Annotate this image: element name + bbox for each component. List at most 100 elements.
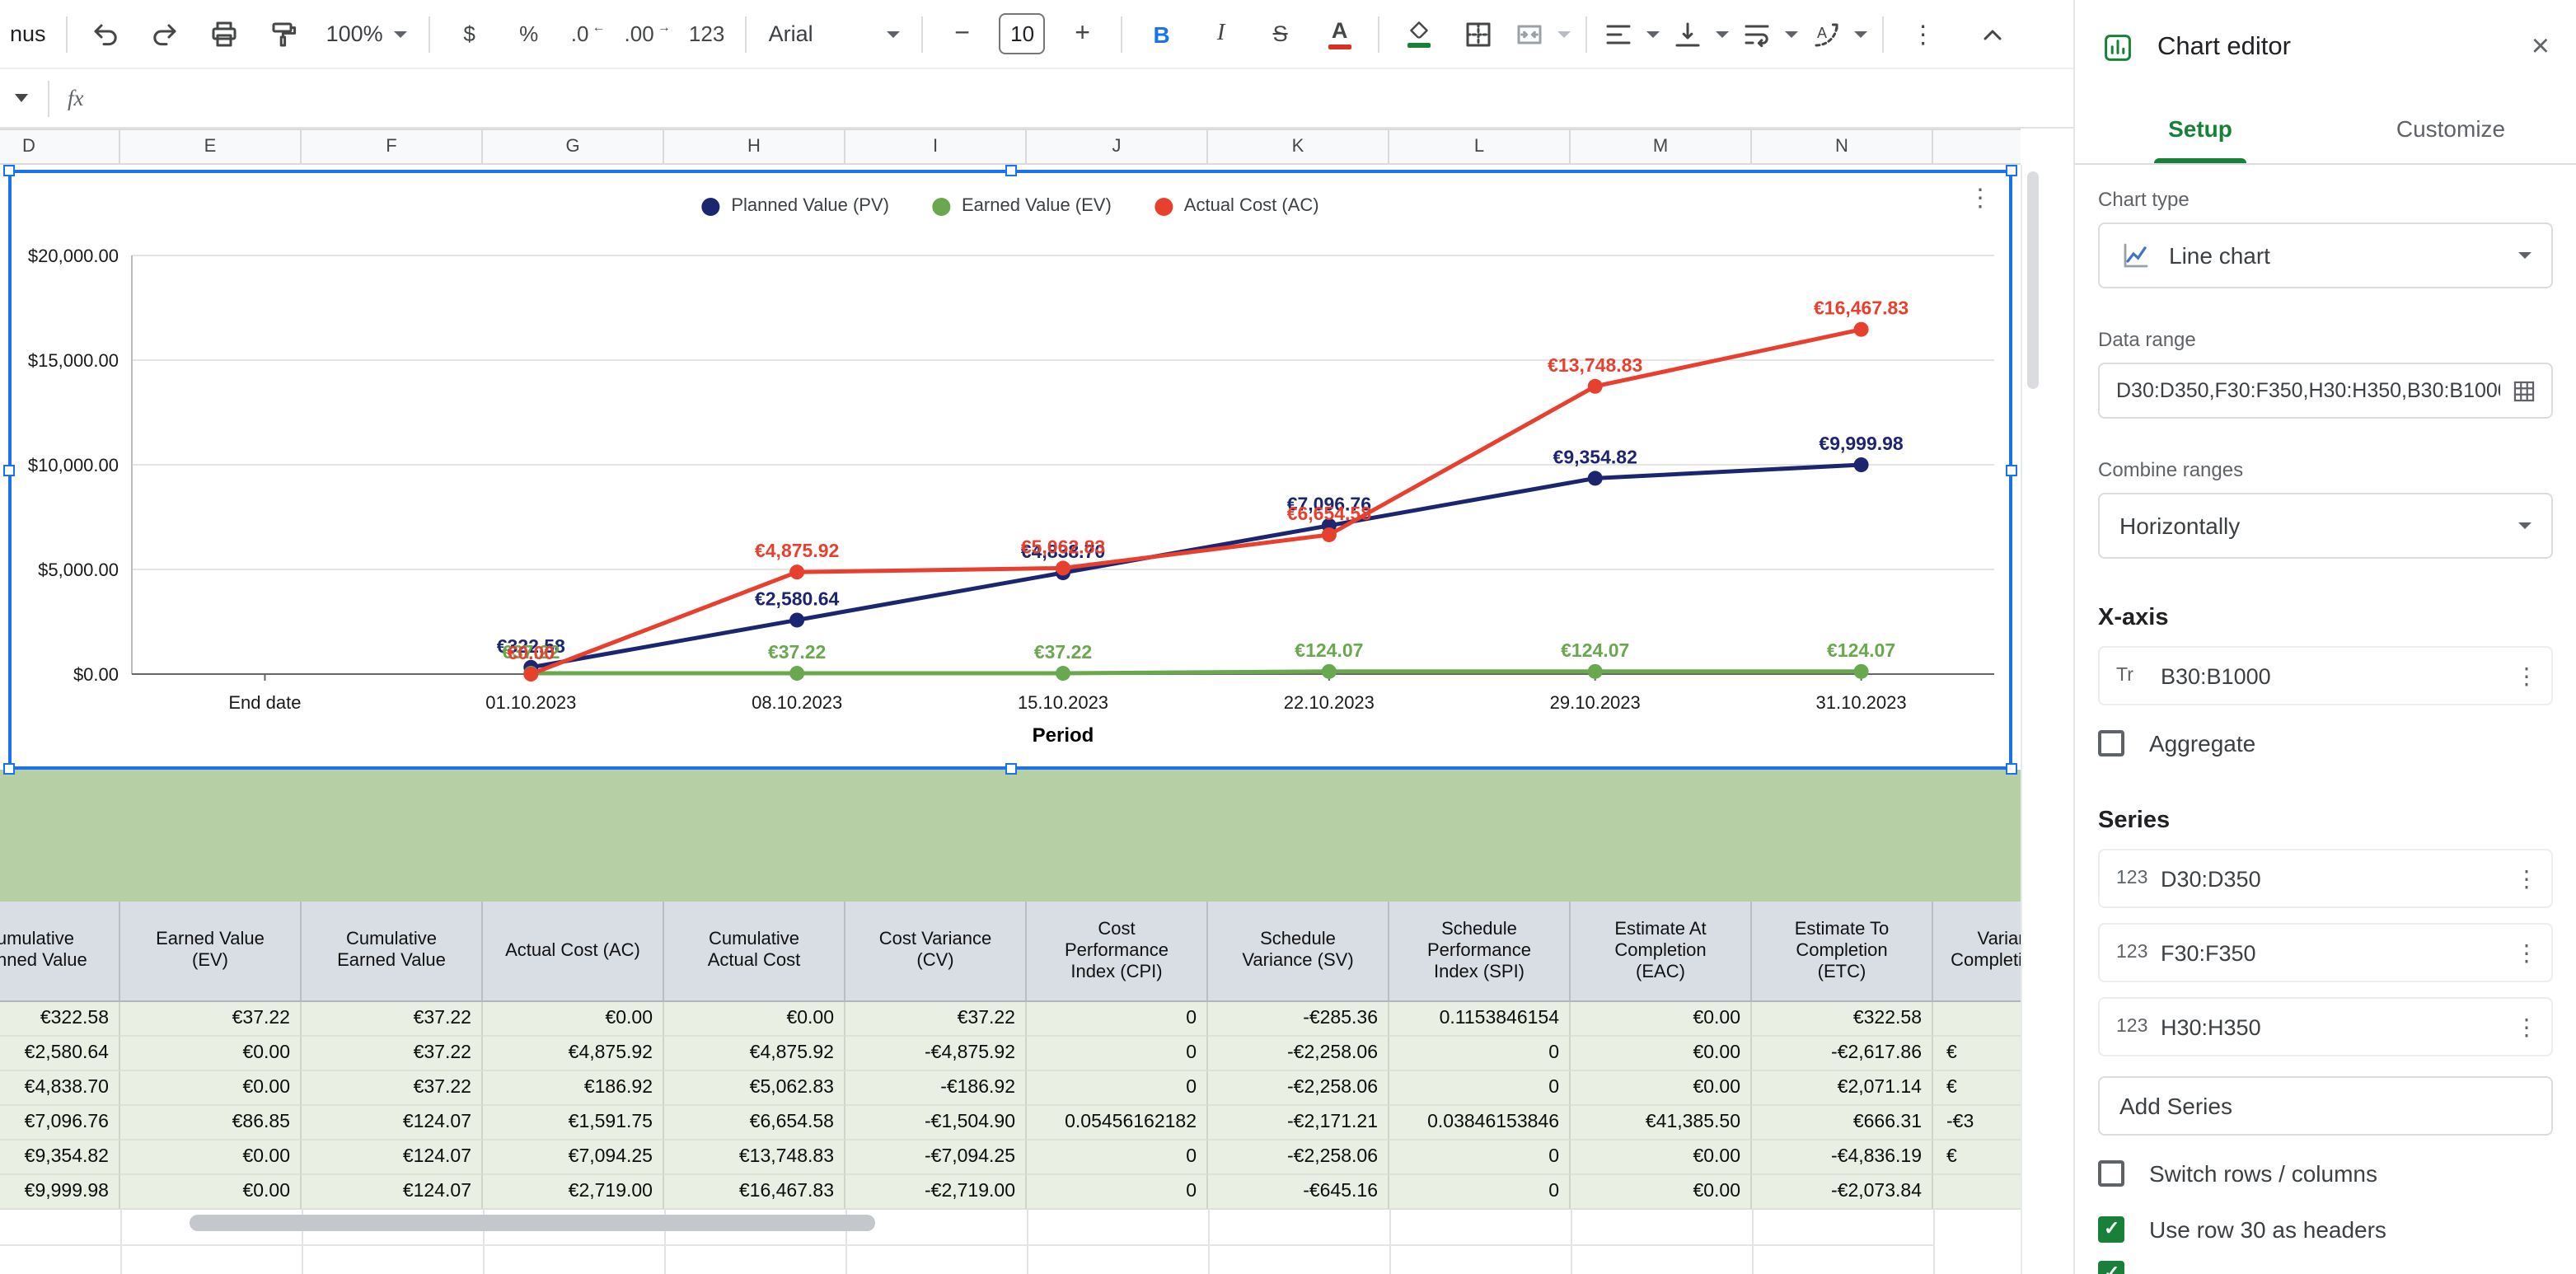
text-color-button[interactable]: A — [1311, 11, 1369, 57]
selection-handle[interactable] — [3, 763, 15, 775]
table-cell[interactable]: €2,580.64 — [0, 1037, 120, 1071]
embedded-chart[interactable]: Planned Value (PV)Earned Value (EV)Actua… — [8, 170, 2012, 770]
table-cell[interactable]: -€645.16 — [1208, 1175, 1389, 1210]
table-cell[interactable]: -€3 — [1933, 1106, 2021, 1141]
table-cell[interactable]: 0 — [1027, 1141, 1208, 1175]
column-header-N[interactable]: N — [1752, 130, 1933, 163]
tab-setup[interactable]: Setup — [2075, 94, 2325, 163]
more-options-icon[interactable]: ⋮ — [2515, 1013, 2538, 1041]
table-cell[interactable]: -€7,094.25 — [845, 1141, 1027, 1175]
strikethrough-button[interactable]: S — [1252, 11, 1309, 57]
table-cell[interactable]: 0 — [1027, 1002, 1208, 1037]
table-cell[interactable]: €37.22 — [302, 1002, 483, 1037]
merge-cells-button[interactable] — [1509, 11, 1576, 57]
column-header-D[interactable]: D — [0, 130, 120, 163]
decrease-decimals-button[interactable]: .0← — [560, 11, 617, 57]
selection-handle[interactable] — [2006, 464, 2017, 475]
font-family-select[interactable]: Arial — [757, 11, 912, 57]
table-cell[interactable]: -€2,258.06 — [1208, 1037, 1389, 1071]
selection-handle[interactable] — [2006, 763, 2017, 775]
table-cell[interactable]: €41,385.50 — [1571, 1106, 1752, 1141]
table-cell[interactable]: €322.58 — [0, 1002, 120, 1037]
more-options-icon[interactable]: ⋮ — [2515, 939, 2538, 967]
combine-ranges-select[interactable]: Horizontally — [2098, 493, 2553, 559]
column-header-L[interactable]: L — [1389, 130, 1571, 163]
table-cell[interactable]: €37.22 — [845, 1002, 1027, 1037]
font-size-input[interactable]: 10 — [1000, 13, 1046, 54]
table-cell[interactable]: -€1,504.90 — [845, 1106, 1027, 1141]
undo-button[interactable] — [77, 11, 135, 57]
increase-decimals-button[interactable]: .00→ — [619, 11, 677, 57]
table-cell[interactable]: 0 — [1389, 1141, 1571, 1175]
horizontal-align-button[interactable] — [1598, 11, 1665, 57]
table-cell[interactable]: 0 — [1389, 1071, 1571, 1106]
selection-handle[interactable] — [3, 165, 15, 176]
table-cell[interactable]: €86.85 — [120, 1106, 302, 1141]
table-cell[interactable]: €6,654.58 — [664, 1106, 845, 1141]
selection-handle[interactable] — [1005, 165, 1016, 176]
chart-more-options-icon[interactable]: ⋮ — [1968, 183, 1993, 213]
table-cell[interactable]: €5,062.83 — [664, 1071, 845, 1106]
aggregate-checkbox-row[interactable]: Aggregate — [2098, 725, 2553, 761]
vertical-scrollbar[interactable] — [2021, 165, 2042, 1274]
table-cell[interactable]: 0.05456162182 — [1027, 1106, 1208, 1141]
checkbox-unchecked[interactable] — [2098, 730, 2124, 756]
column-header-J[interactable]: J — [1027, 130, 1208, 163]
italic-button[interactable]: I — [1192, 11, 1250, 57]
table-cell[interactable]: €16,467.83 — [664, 1175, 845, 1210]
table-cell[interactable]: -€2,073.84 — [1752, 1175, 1933, 1210]
table-cell[interactable]: €0.00 — [120, 1175, 302, 1210]
table-cell[interactable]: 0 — [1027, 1037, 1208, 1071]
table-cell[interactable]: €37.22 — [120, 1002, 302, 1037]
table-cell[interactable]: €13,748.83 — [664, 1141, 845, 1175]
table-cell[interactable]: €0.00 — [1571, 1141, 1752, 1175]
table-cell[interactable]: €0.00 — [1571, 1002, 1752, 1037]
decrease-font-size-button[interactable]: − — [934, 11, 991, 57]
paint-format-button[interactable] — [255, 11, 313, 57]
sheet-grid[interactable]: Cumulative Planned ValueEarned Value (EV… — [0, 165, 2021, 1274]
table-cell[interactable]: 0 — [1389, 1175, 1571, 1210]
increase-font-size-button[interactable]: + — [1054, 11, 1112, 57]
table-cell[interactable]: 0.1153846154 — [1389, 1002, 1571, 1037]
bold-button[interactable]: B — [1133, 11, 1191, 57]
table-cell[interactable]: €7,096.76 — [0, 1106, 120, 1141]
collapse-toolbar-button[interactable] — [1963, 11, 2021, 57]
borders-button[interactable] — [1450, 11, 1507, 57]
table-cell[interactable]: €0.00 — [1571, 1175, 1752, 1210]
text-wrap-button[interactable] — [1736, 11, 1804, 57]
table-cell[interactable]: €322.58 — [1752, 1002, 1933, 1037]
menus-label-partial[interactable]: nus — [7, 21, 56, 46]
series-row[interactable]: 123F30:F350⋮ — [2098, 923, 2553, 982]
x-axis-range-row[interactable]: Tr B30:B1000 ⋮ — [2098, 646, 2553, 705]
table-cell[interactable]: €2,719.00 — [483, 1175, 664, 1210]
table-cell[interactable]: €9,999.98 — [0, 1175, 120, 1210]
table-cell[interactable]: €124.07 — [302, 1141, 483, 1175]
table-cell[interactable]: -€2,617.86 — [1752, 1037, 1933, 1071]
table-cell[interactable]: €4,875.92 — [483, 1037, 664, 1071]
function-icon[interactable]: fx — [68, 85, 84, 111]
checkbox-checked[interactable] — [2098, 1216, 2124, 1243]
option-row[interactable]: Switch rows / columns — [2098, 1155, 2553, 1192]
column-header-K[interactable]: K — [1208, 130, 1389, 163]
vertical-align-button[interactable] — [1667, 11, 1735, 57]
option-row[interactable]: Use row 30 as headers — [2098, 1211, 2553, 1248]
series-row[interactable]: 123D30:D350⋮ — [2098, 849, 2553, 908]
table-cell[interactable]: €124.07 — [302, 1175, 483, 1210]
table-cell[interactable]: €0.00 — [483, 1002, 664, 1037]
column-header-E[interactable]: E — [120, 130, 302, 163]
checkbox-checked[interactable] — [2098, 1261, 2124, 1274]
table-cell[interactable]: €1,591.75 — [483, 1106, 664, 1141]
table-cell[interactable]: €0.00 — [120, 1071, 302, 1106]
table-cell[interactable]: -€2,719.00 — [845, 1175, 1027, 1210]
partial-option-row[interactable] — [2098, 1256, 2553, 1274]
column-header-H[interactable]: H — [664, 130, 845, 163]
table-cell[interactable]: €4,838.70 — [0, 1071, 120, 1106]
redo-button[interactable] — [137, 11, 194, 57]
table-cell[interactable]: €2,071.14 — [1752, 1071, 1933, 1106]
fill-color-button[interactable] — [1390, 11, 1448, 57]
data-range-input[interactable]: D30:D350,F30:F350,H30:H350,B30:B1000 — [2098, 363, 2553, 419]
currency-format-button[interactable]: $ — [441, 11, 499, 57]
more-options-icon[interactable]: ⋮ — [2515, 864, 2538, 892]
selection-handle[interactable] — [2006, 165, 2017, 176]
table-cell[interactable]: -€186.92 — [845, 1071, 1027, 1106]
